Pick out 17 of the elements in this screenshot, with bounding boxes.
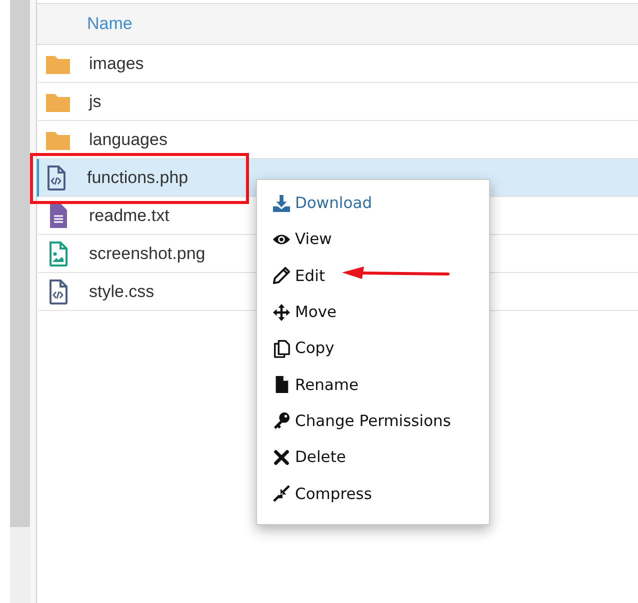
file-name: screenshot.png (89, 244, 206, 264)
file-name: style.css (89, 282, 154, 302)
file-name: readme.txt (89, 206, 170, 226)
file-name: languages (89, 130, 168, 150)
menu-item[interactable]: Compress (257, 475, 489, 512)
menu-item[interactable]: Edit (257, 258, 489, 294)
file-row[interactable]: images (37, 45, 638, 83)
menu-item[interactable]: Move (257, 294, 489, 330)
menu-item[interactable]: Rename (257, 366, 489, 403)
file-row[interactable]: js (37, 83, 638, 121)
menu-item[interactable]: Copy (257, 330, 489, 366)
file-name: images (89, 54, 144, 74)
file-name: js (89, 92, 102, 112)
menu-item[interactable]: Change Permissions (257, 402, 489, 440)
menu-item[interactable]: View (257, 221, 489, 258)
file-name: functions.php (87, 168, 188, 188)
menu-item[interactable]: Delete (257, 439, 489, 476)
